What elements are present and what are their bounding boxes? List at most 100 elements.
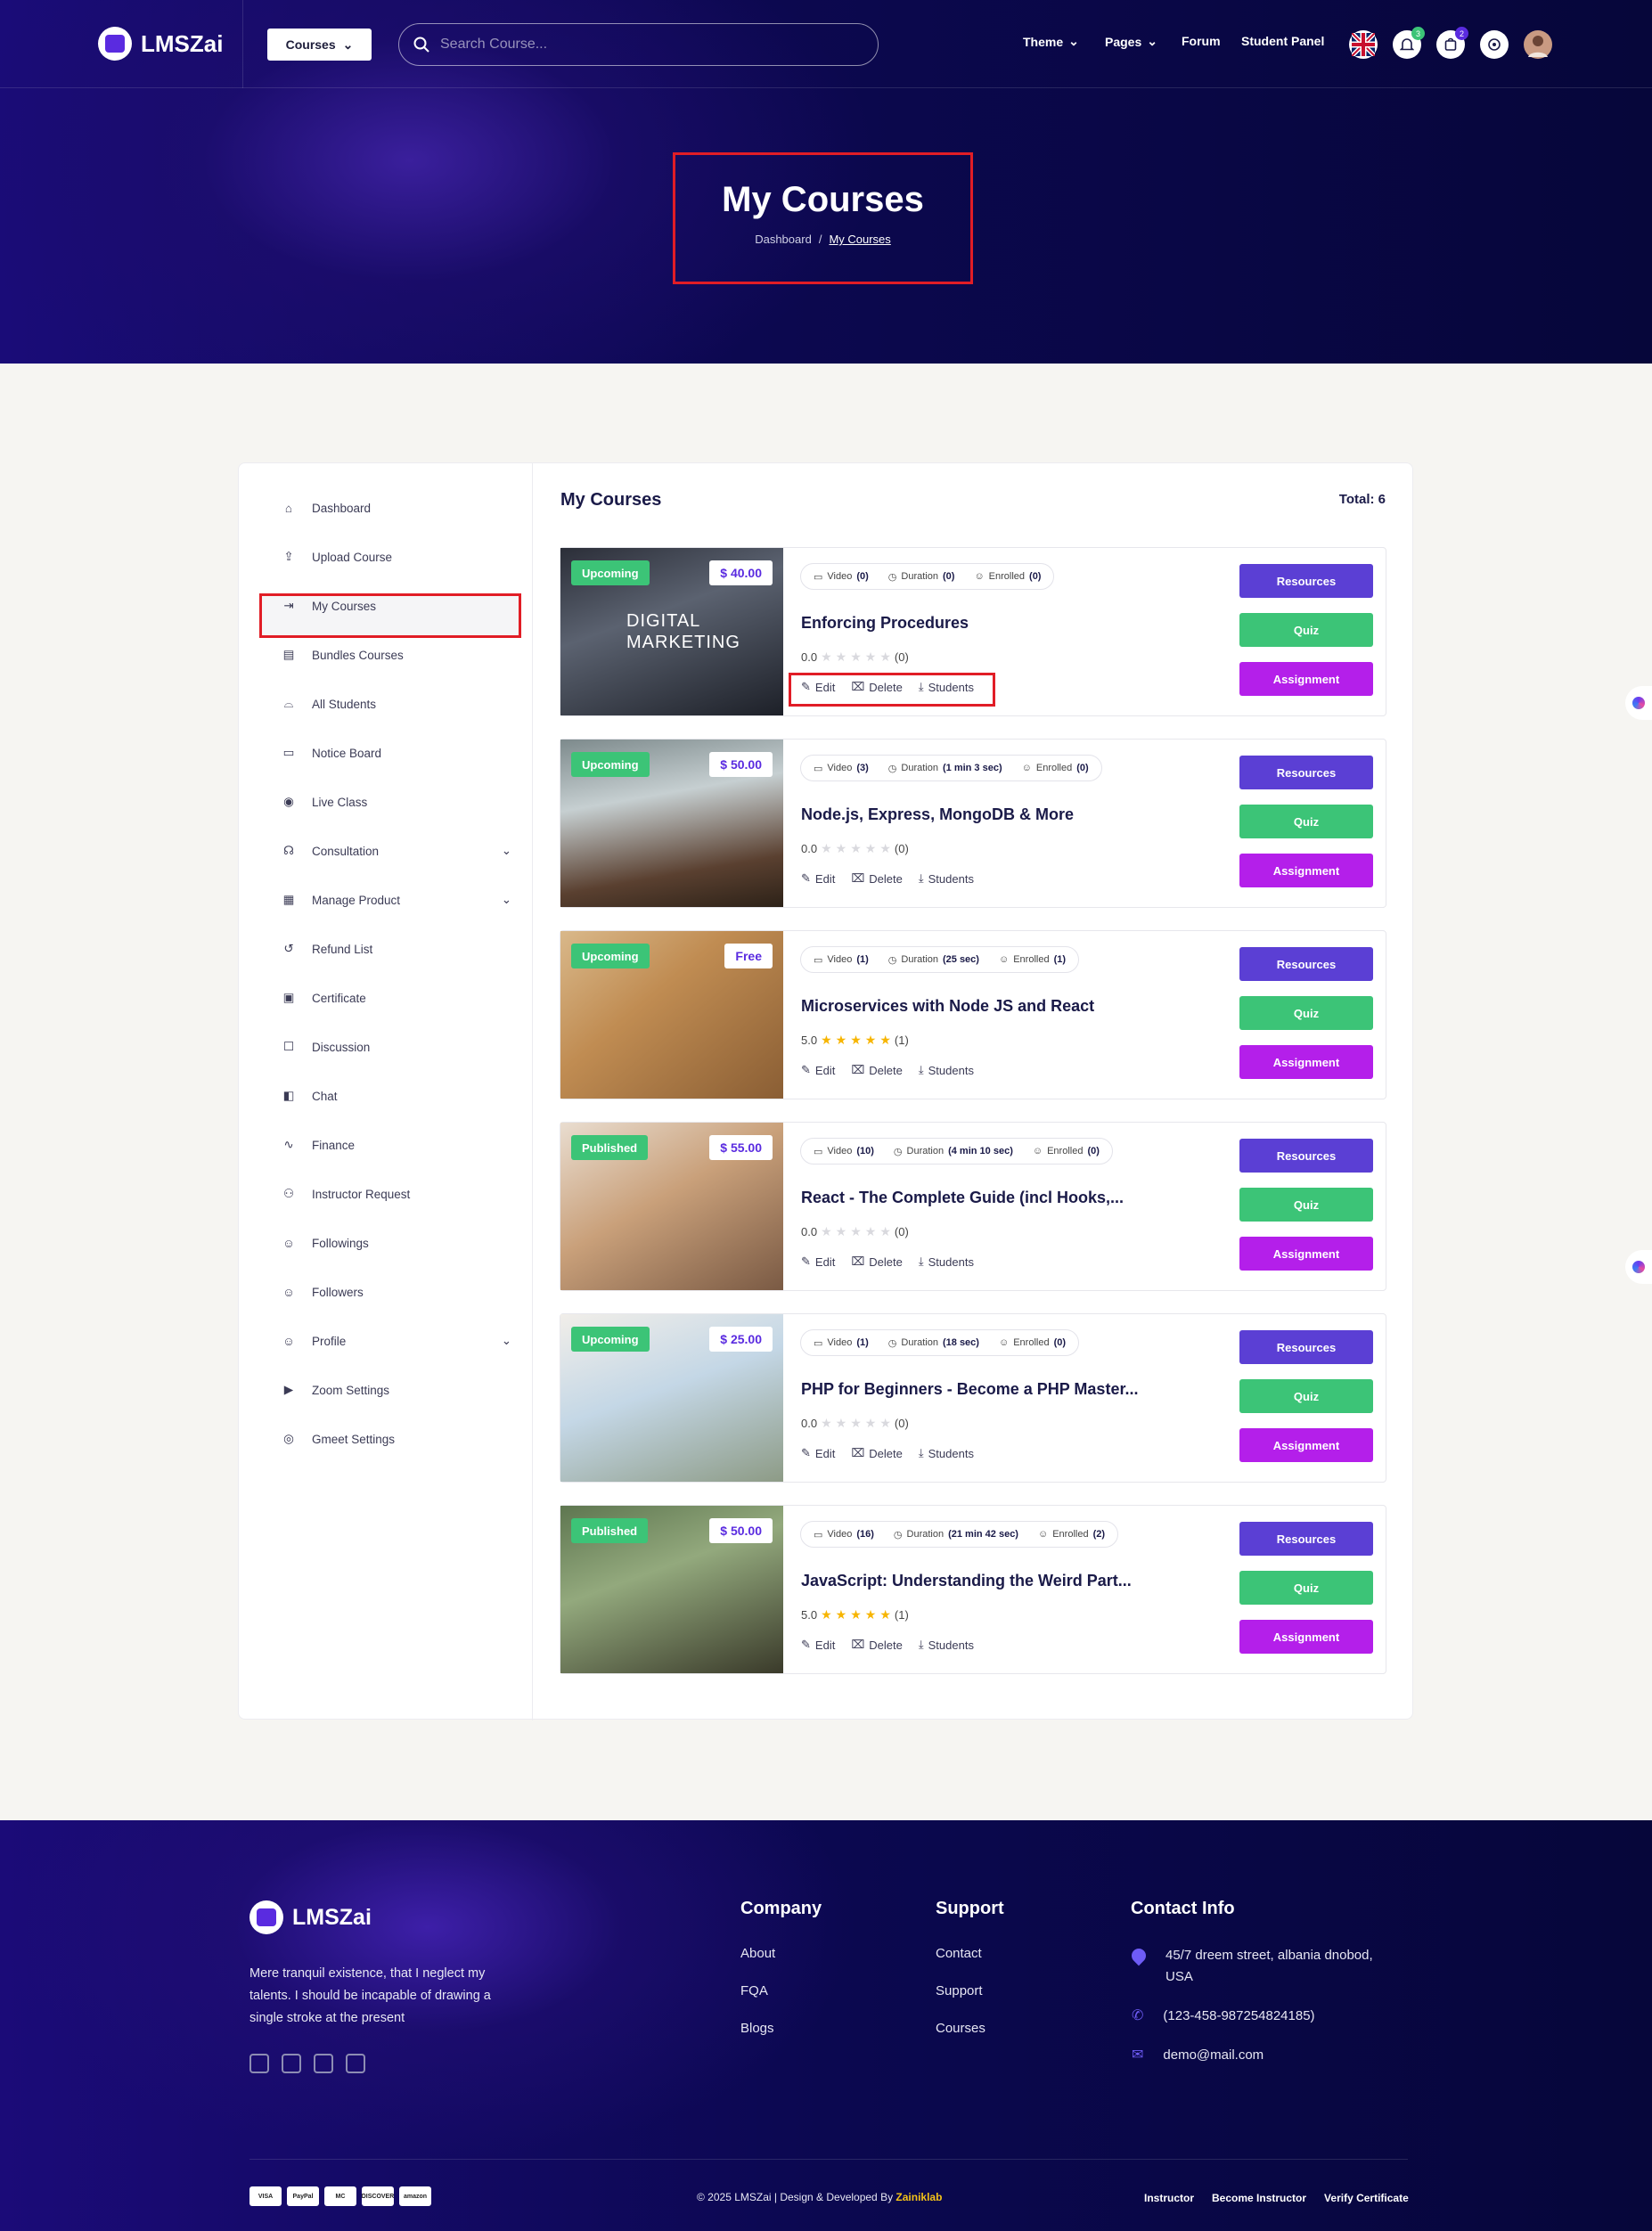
course-title[interactable]: Microservices with Node JS and React xyxy=(801,997,1094,1016)
assignment-button[interactable]: Assignment xyxy=(1239,854,1373,887)
sidebar-item-live-class[interactable]: ◉ Live Class xyxy=(280,786,511,818)
footer-link-instructor[interactable]: Instructor xyxy=(1144,2192,1194,2204)
students-button[interactable]: ⤓ Students xyxy=(919,1446,974,1460)
footer-link-verify-certificate[interactable]: Verify Certificate xyxy=(1324,2192,1409,2204)
footer-link-blogs[interactable]: Blogs xyxy=(740,2021,822,2036)
assignment-button[interactable]: Assignment xyxy=(1239,662,1373,696)
quiz-button[interactable]: Quiz xyxy=(1239,1188,1373,1222)
sidebar-item-followings[interactable]: ☺ Followings xyxy=(280,1227,511,1259)
quiz-button[interactable]: Quiz xyxy=(1239,1571,1373,1605)
sidebar-item-refund-list[interactable]: ↺ Refund List xyxy=(280,933,511,965)
resources-button[interactable]: Resources xyxy=(1239,1139,1373,1173)
user-avatar[interactable] xyxy=(1524,30,1552,59)
linkedin-icon[interactable] xyxy=(314,2054,333,2073)
sidebar-item-zoom-settings[interactable]: ▶ Zoom Settings xyxy=(280,1374,511,1406)
nav-forum[interactable]: Forum xyxy=(1182,34,1221,48)
sidebar-item-followers[interactable]: ☺ Followers xyxy=(280,1276,511,1308)
course-title[interactable]: PHP for Beginners - Become a PHP Master.… xyxy=(801,1380,1138,1399)
sidebar-item-consultation[interactable]: ☊ Consultation ⌄ xyxy=(280,835,511,867)
sidebar-item-dashboard[interactable]: ⌂ Dashboard xyxy=(280,492,511,524)
delete-button[interactable]: ⌧ Delete xyxy=(851,1446,903,1460)
students-button[interactable]: ⤓ Students xyxy=(919,1063,974,1077)
resources-button[interactable]: Resources xyxy=(1239,564,1373,598)
course-title[interactable]: Node.js, Express, MongoDB & More xyxy=(801,805,1074,824)
edit-button[interactable]: ✎ Edit xyxy=(801,871,835,886)
students-button[interactable]: ⤓ Students xyxy=(919,871,974,886)
edit-icon: ✎ xyxy=(801,871,811,885)
breadcrumb-current[interactable]: My Courses xyxy=(829,233,890,246)
sidebar-item-finance[interactable]: ∿ Finance xyxy=(280,1129,511,1161)
quiz-button[interactable]: Quiz xyxy=(1239,996,1373,1030)
students-button[interactable]: ⤓ Students xyxy=(919,1638,974,1652)
sidebar-item-chat[interactable]: ◧ Chat xyxy=(280,1080,511,1112)
resources-button[interactable]: Resources xyxy=(1239,756,1373,789)
edit-button[interactable]: ✎ Edit xyxy=(801,1254,835,1269)
delete-button[interactable]: ⌧ Delete xyxy=(851,1638,903,1652)
breadcrumb-dashboard[interactable]: Dashboard xyxy=(755,233,812,246)
sidebar-item-bundles-courses[interactable]: ▤ Bundles Courses xyxy=(280,639,511,671)
course-thumbnail[interactable]: DIGITAL MARKETING Upcoming $ 40.00 xyxy=(560,548,783,715)
star-icon: ★ xyxy=(850,1416,862,1430)
sidebar-item-profile[interactable]: ☺ Profile ⌄ xyxy=(280,1325,511,1357)
edit-button[interactable]: ✎ Edit xyxy=(801,1446,835,1460)
notification-bell-icon[interactable]: 3 xyxy=(1393,27,1425,59)
assignment-button[interactable]: Assignment xyxy=(1239,1237,1373,1271)
sidebar-item-instructor-request[interactable]: ⚇ Instructor Request xyxy=(280,1178,511,1210)
course-thumbnail[interactable]: Upcoming $ 25.00 xyxy=(560,1314,783,1482)
nav-pages[interactable]: Pages ⌄ xyxy=(1105,34,1157,49)
resources-button[interactable]: Resources xyxy=(1239,1330,1373,1364)
twitter-icon[interactable] xyxy=(282,2054,301,2073)
resources-button[interactable]: Resources xyxy=(1239,1522,1373,1556)
edit-button[interactable]: ✎ Edit xyxy=(801,1638,835,1652)
course-thumbnail[interactable]: Upcoming $ 50.00 xyxy=(560,740,783,907)
footer-link-contact[interactable]: Contact xyxy=(936,1946,1004,1961)
assignment-button[interactable]: Assignment xyxy=(1239,1428,1373,1462)
footer-link-about[interactable]: About xyxy=(740,1946,822,1961)
students-button[interactable]: ⤓ Students xyxy=(919,1254,974,1269)
course-thumbnail[interactable]: Published $ 55.00 xyxy=(560,1123,783,1290)
courses-dropdown-button[interactable]: Courses ⌄ xyxy=(267,29,372,61)
quiz-button[interactable]: Quiz xyxy=(1239,1379,1373,1413)
site-logo[interactable]: LMSZai xyxy=(98,27,223,61)
sidebar-item-my-courses[interactable]: ⇥ My Courses xyxy=(280,590,511,622)
floating-widget-icon[interactable] xyxy=(1625,686,1652,720)
delete-button[interactable]: ⌧ Delete xyxy=(851,1254,903,1269)
course-thumbnail[interactable]: Published $ 50.00 xyxy=(560,1506,783,1673)
delete-button[interactable]: ⌧ Delete xyxy=(851,871,903,886)
sidebar-item-discussion[interactable]: ☐ Discussion xyxy=(280,1031,511,1063)
course-title[interactable]: JavaScript: Understanding the Weird Part… xyxy=(801,1572,1132,1590)
course-title[interactable]: React - The Complete Guide (incl Hooks,.… xyxy=(801,1189,1124,1207)
sidebar-item-upload-course[interactable]: ⇪ Upload Course xyxy=(280,541,511,573)
nav-theme[interactable]: Theme ⌄ xyxy=(1023,34,1079,49)
search-input[interactable] xyxy=(440,37,832,53)
quiz-button[interactable]: Quiz xyxy=(1239,613,1373,647)
course-title[interactable]: Enforcing Procedures xyxy=(801,614,969,633)
price-badge: $ 55.00 xyxy=(709,1135,773,1160)
sidebar-item-certificate[interactable]: ▣ Certificate xyxy=(280,982,511,1014)
copyright-brand[interactable]: Zainiklab xyxy=(896,2191,942,2203)
edit-button[interactable]: ✎ Edit xyxy=(801,1063,835,1077)
course-thumbnail[interactable]: Upcoming Free xyxy=(560,931,783,1099)
footer-link-courses[interactable]: Courses xyxy=(936,2021,1004,2036)
cart-icon[interactable]: 2 xyxy=(1436,27,1468,59)
language-flag-icon[interactable] xyxy=(1349,30,1378,59)
floating-widget-icon[interactable] xyxy=(1625,1250,1652,1284)
footer-link-support[interactable]: Support xyxy=(936,1983,1004,1998)
nav-student-panel[interactable]: Student Panel xyxy=(1241,34,1324,48)
footer-link-fqa[interactable]: FQA xyxy=(740,1983,822,1998)
chat-bubble-icon[interactable] xyxy=(1480,30,1509,59)
assignment-button[interactable]: Assignment xyxy=(1239,1620,1373,1654)
contact-email: ✉ demo@mail.com xyxy=(1132,2045,1399,2066)
footer-link-become-instructor[interactable]: Become Instructor xyxy=(1212,2192,1306,2204)
assignment-button[interactable]: Assignment xyxy=(1239,1045,1373,1079)
delete-button[interactable]: ⌧ Delete xyxy=(851,1063,903,1077)
sidebar-item-all-students[interactable]: ⌓ All Students xyxy=(280,688,511,720)
pinterest-icon[interactable] xyxy=(346,2054,365,2073)
sidebar-item-notice-board[interactable]: ▭ Notice Board xyxy=(280,737,511,769)
sidebar-item-gmeet-settings[interactable]: ◎ Gmeet Settings xyxy=(280,1423,511,1455)
sidebar-item-manage-product[interactable]: ▦ Manage Product ⌄ xyxy=(280,884,511,916)
quiz-button[interactable]: Quiz xyxy=(1239,805,1373,838)
facebook-icon[interactable] xyxy=(249,2054,269,2073)
footer-logo[interactable]: LMSZai xyxy=(249,1900,372,1934)
resources-button[interactable]: Resources xyxy=(1239,947,1373,981)
